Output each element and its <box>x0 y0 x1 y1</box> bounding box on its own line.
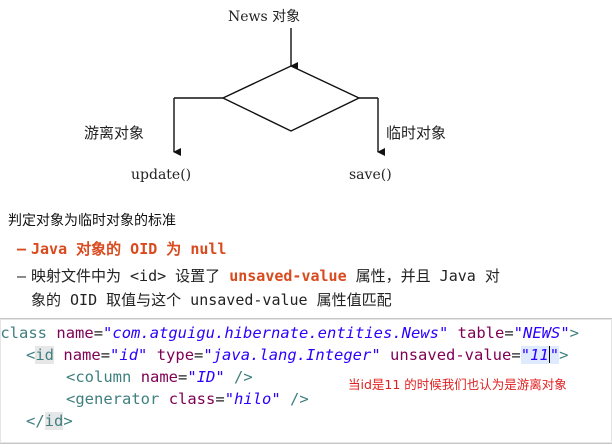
code-line-id: <id name="id" type="java.lang.Integer" u… <box>26 344 568 366</box>
quote: " <box>520 346 531 364</box>
table-attr: table <box>457 324 505 342</box>
table-value: "NEWS" <box>513 324 570 342</box>
code-line-class: <class name="com.atguigu.hibernate.entit… <box>0 322 579 344</box>
bullet-item: – 映射文件中为 <id> 设置了 unsaved-value 属性，并且 Jav… <box>17 265 500 286</box>
news-object-node: News 对象 <box>228 9 301 25</box>
flow-diagram <box>173 28 385 156</box>
class-tag: class <box>0 324 48 342</box>
name-value: "id" <box>110 346 148 364</box>
name-value: "com.atguigu.hibernate.entities.News" <box>103 324 449 342</box>
decision-diamond <box>221 65 361 132</box>
tag-self-close: /> <box>280 390 309 408</box>
column-tag: column <box>75 368 132 386</box>
right-branch-label: 临时对象 <box>386 124 447 142</box>
unsaved-value-value: 11 <box>530 346 549 364</box>
tag-open: < <box>66 368 76 386</box>
bullet-text-end: 属性，并且 Java 对 <box>346 267 500 285</box>
name-attr: name <box>140 368 179 386</box>
criteria-heading: 判定对象为临时对象的标准 <box>8 213 176 229</box>
generator-tag: generator <box>75 390 160 408</box>
bullet-item: – Java 对象的 OID 为 null <box>17 238 226 259</box>
name-attr: name <box>56 324 94 342</box>
tag-close: > <box>63 412 73 430</box>
tag-close: > <box>569 324 580 342</box>
unsaved-value-keyword: unsaved-value <box>229 267 347 285</box>
tag-open: </ <box>26 412 45 430</box>
unsaved-value-attr: unsaved-value <box>390 346 512 364</box>
equals: = <box>504 324 514 342</box>
class-value: "hilo" <box>224 390 281 408</box>
class-attr: class <box>168 390 216 408</box>
equals: = <box>178 368 188 386</box>
equals: = <box>194 346 204 364</box>
tag-open: < <box>26 346 36 364</box>
equals: = <box>215 390 225 408</box>
tag-open: < <box>66 390 76 408</box>
quote: " <box>549 346 560 364</box>
type-attr: type <box>156 346 195 364</box>
left-branch-label: 游离对象 <box>84 124 145 142</box>
code-line-generator: <generator class="hilo" /> <box>66 388 309 410</box>
equals: = <box>511 346 521 364</box>
bullet-continuation: 象的 OID 取值与这个 unsaved-value 属性值匹配 <box>31 291 392 309</box>
equals: = <box>100 346 111 364</box>
tag-close: > <box>559 346 569 364</box>
tag-self-close: /> <box>224 368 253 386</box>
id-tag: id <box>35 346 55 364</box>
equals: = <box>93 324 104 342</box>
name-attr: name <box>63 346 101 364</box>
save-result: save() <box>349 167 392 183</box>
bullet-text-start: 映射文件中为 <id> 设置了 <box>31 267 230 285</box>
code-line-column: <column name="ID" /> <box>66 366 253 388</box>
code-line-id-close: </id> <box>26 410 73 432</box>
bullet-dash: – <box>17 240 27 258</box>
annotation-note: 当id是11 的时候我们也认为是游离对象 <box>348 377 567 392</box>
update-result: update() <box>131 167 192 183</box>
bullet-dash: – <box>17 267 27 285</box>
type-value: "java.lang.Integer" <box>203 346 381 364</box>
bullet-text: Java 对象的 OID 为 null <box>31 240 227 258</box>
name-value: "ID" <box>187 368 225 386</box>
id-tag: id <box>44 412 64 430</box>
